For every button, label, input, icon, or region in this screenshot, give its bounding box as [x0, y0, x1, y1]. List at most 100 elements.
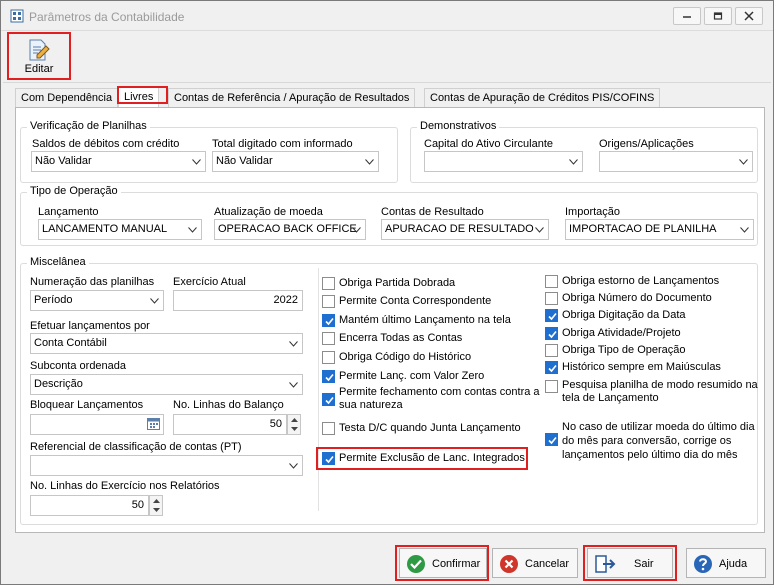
checkbox[interactable]	[545, 327, 558, 340]
linhas-exercicio-spinner[interactable]	[149, 495, 163, 516]
tab-contas-pis-cofins[interactable]: Contas de Apuração de Créditos PIS/COFIN…	[424, 88, 661, 108]
restore-button[interactable]	[704, 7, 732, 25]
referencial-select[interactable]	[30, 455, 303, 476]
chk-label: Obriga Número do Documento	[562, 292, 712, 304]
chk-testa-dc-junta-lancamento[interactable]: Testa D/C quando Junta Lançamento	[322, 421, 536, 437]
spin-down-icon[interactable]	[288, 424, 300, 433]
chk-label: Permite Conta Correspondente	[339, 295, 492, 307]
checkbox[interactable]	[322, 393, 335, 406]
verificacao-title: Verificação de Planilhas	[27, 120, 150, 132]
app-icon	[10, 9, 24, 23]
chk-obriga-codigo-historico[interactable]: Obriga Código do Histórico	[322, 350, 532, 366]
cancel-icon	[500, 555, 518, 573]
total-select[interactable]: Não Validar	[212, 151, 379, 172]
chk-permite-fechamento-natureza[interactable]: Permite fechamento com contas contra a s…	[322, 385, 540, 415]
spin-down-icon[interactable]	[150, 505, 162, 514]
checkbox[interactable]	[545, 275, 558, 288]
chk-label: Permite fechamento com contas contra a	[339, 386, 540, 398]
demonstrativos-title: Demonstrativos	[417, 120, 500, 132]
chk-obriga-partida-dobrada[interactable]: Obriga Partida Dobrada	[322, 276, 532, 292]
checkbox[interactable]	[545, 361, 558, 374]
checkbox[interactable]	[322, 370, 335, 383]
resultado-label: Contas de Resultado	[381, 206, 484, 218]
cancel-button[interactable]: Cancelar	[492, 548, 578, 578]
total-label: Total digitado com informado	[212, 138, 353, 150]
subconta-select[interactable]: Descrição	[30, 374, 303, 395]
saldos-select[interactable]: Não Validar	[31, 151, 206, 172]
miscelanea-title: Miscelânea	[27, 256, 89, 268]
origens-select[interactable]	[599, 151, 753, 172]
checkbox[interactable]	[545, 380, 558, 393]
tab-livres[interactable]: Livres	[118, 87, 160, 108]
calendar-icon[interactable]	[147, 417, 160, 430]
chk-obriga-tipo-operacao[interactable]: Obriga Tipo de Operação	[545, 343, 755, 359]
saldos-value: Não Validar	[35, 155, 92, 167]
spin-up-icon[interactable]	[288, 415, 300, 424]
importacao-select[interactable]: IMPORTACAO DE PLANILHA	[565, 219, 754, 240]
confirm-button[interactable]: Confirmar	[399, 548, 487, 578]
check-icon	[325, 317, 334, 326]
numeracao-select[interactable]: Período	[30, 290, 164, 311]
checkbox[interactable]	[545, 292, 558, 305]
title-bar: Parâmetros da Contabilidade	[1, 1, 773, 31]
checkbox[interactable]	[322, 452, 335, 465]
bloquear-date-input[interactable]	[30, 414, 164, 435]
moeda-select[interactable]: OPERACAO BACK OFFICE	[214, 219, 366, 240]
lancamento-label: Lançamento	[38, 206, 99, 218]
chk-obriga-numero-documento[interactable]: Obriga Número do Documento	[545, 291, 755, 307]
checkbox[interactable]	[322, 422, 335, 435]
tab-com-dependencia[interactable]: Com Dependência	[15, 88, 119, 108]
checkbox[interactable]	[322, 314, 335, 327]
chk-obriga-digitacao-data[interactable]: Obriga Digitação da Data	[545, 308, 755, 324]
checkbox[interactable]	[322, 277, 335, 290]
exercicio-input[interactable]: 2022	[173, 290, 303, 311]
resultado-select[interactable]: APURACAO DE RESULTADO	[381, 219, 549, 240]
checkbox[interactable]	[545, 309, 558, 322]
checkbox[interactable]	[545, 433, 558, 446]
importacao-label: Importação	[565, 206, 621, 218]
chk-label: Obriga Digitação da Data	[562, 309, 686, 321]
checkbox[interactable]	[322, 332, 335, 345]
chk-obriga-estorno[interactable]: Obriga estorno de Lançamentos	[545, 274, 755, 290]
lancamento-select[interactable]: LANCAMENTO MANUAL	[38, 219, 202, 240]
chk-permite-valor-zero[interactable]: Permite Lanç. com Valor Zero	[322, 369, 532, 385]
minimize-button[interactable]	[673, 7, 701, 25]
linhas-balanco-input[interactable]: 50	[173, 414, 287, 435]
exit-button[interactable]: Sair	[587, 548, 673, 578]
tab-contas-referencia[interactable]: Contas de Referência / Apuração de Resul…	[168, 88, 416, 108]
efetuar-select[interactable]: Conta Contábil	[30, 333, 303, 354]
chevron-down-icon	[192, 159, 201, 165]
linhas-exercicio-input[interactable]: 50	[30, 495, 149, 516]
chk-permite-conta-correspondente[interactable]: Permite Conta Correspondente	[322, 294, 532, 310]
tipo-operacao-title: Tipo de Operação	[27, 185, 121, 197]
close-button[interactable]	[735, 7, 763, 25]
checkbox[interactable]	[322, 351, 335, 364]
chevron-down-icon	[365, 159, 374, 165]
check-icon	[325, 373, 334, 382]
linhas-balanco-spinner[interactable]	[287, 414, 301, 435]
chk-mantem-ultimo-lancamento[interactable]: Mantém último Lançamento na tela	[322, 313, 532, 329]
minimize-icon	[683, 16, 691, 18]
check-icon	[548, 436, 557, 445]
chk-pesquisa-modo-resumido[interactable]: Pesquisa planilha de modo resumido na te…	[545, 378, 759, 408]
linhas-exercicio-label: No. Linhas do Exercício nos Relatórios	[30, 480, 220, 492]
help-button[interactable]: Ajuda	[686, 548, 766, 578]
chk-moeda-ultimo-dia[interactable]: No caso de utilizar moeda do último dia …	[545, 420, 759, 464]
checkbox[interactable]	[322, 295, 335, 308]
edit-label: Editar	[24, 63, 54, 75]
capital-select[interactable]	[424, 151, 583, 172]
chk-encerra-todas-contas[interactable]: Encerra Todas as Contas	[322, 331, 532, 347]
subconta-value: Descrição	[34, 378, 83, 390]
chevron-down-icon	[740, 227, 749, 233]
chk-permite-exclusao-integrados[interactable]: Permite Exclusão de Lanc. Integrados	[322, 451, 532, 467]
chk-obriga-atividade-projeto[interactable]: Obriga Atividade/Projeto	[545, 326, 755, 342]
edit-button[interactable]: Editar	[8, 33, 70, 79]
numeracao-value: Período	[34, 294, 73, 306]
moeda-value: OPERACAO BACK OFFICE	[218, 223, 357, 235]
exit-icon	[595, 555, 616, 573]
spin-up-icon[interactable]	[150, 496, 162, 505]
subconta-label: Subconta ordenada	[30, 360, 127, 372]
checkbox[interactable]	[545, 344, 558, 357]
check-icon	[548, 312, 557, 321]
chk-historico-maiusculas[interactable]: Histórico sempre em Maiúsculas	[545, 360, 755, 376]
